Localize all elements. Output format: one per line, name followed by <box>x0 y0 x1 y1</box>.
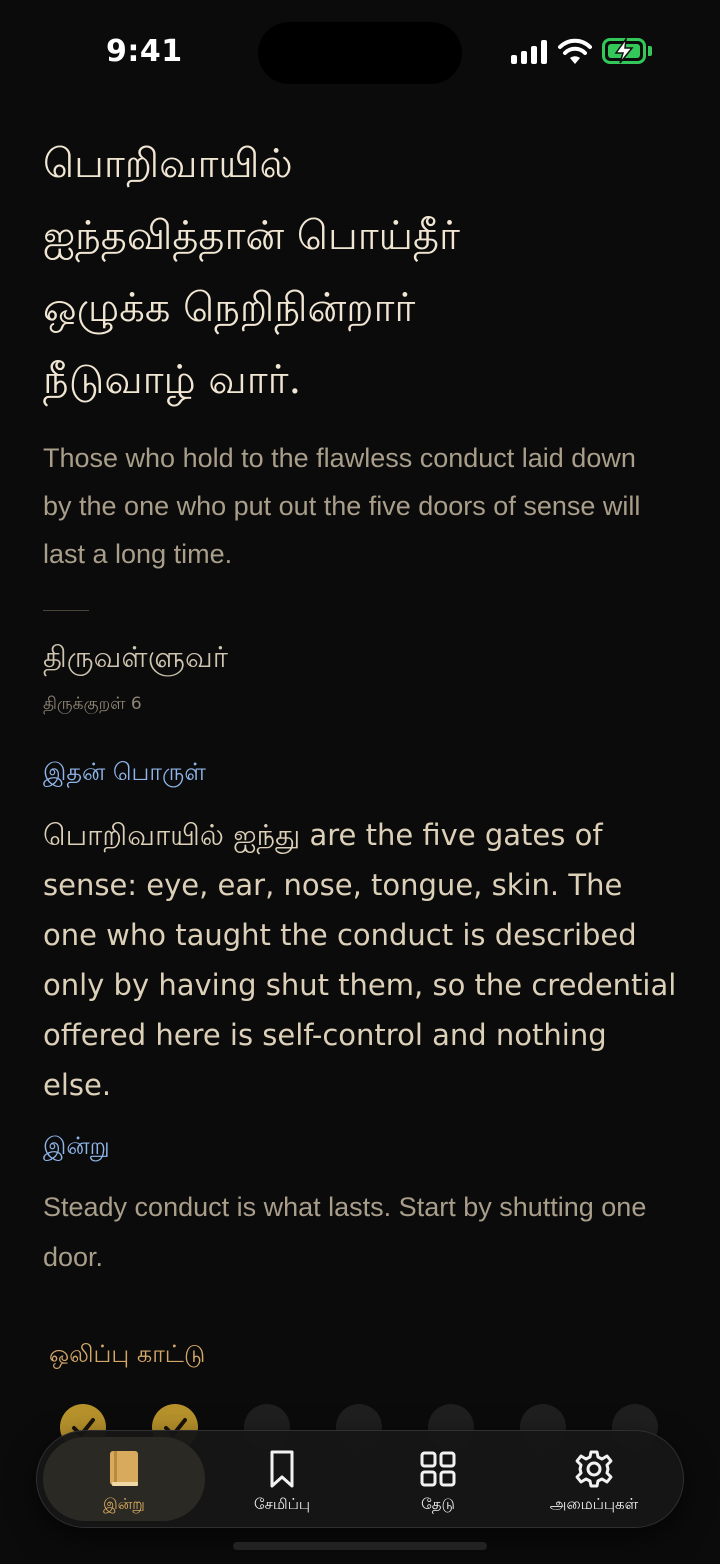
kural-number: திருக்குறள் 6 <box>43 694 142 714</box>
tab-label: தேடு <box>421 1495 455 1513</box>
today-text: Steady conduct is what lasts. Start by s… <box>43 1192 647 1272</box>
meaning-label: இதன் பொருள் <box>43 758 206 786</box>
verse-line: ஒழுக்க நெறிநின்றார் <box>43 285 416 331</box>
tab-search[interactable]: தேடு <box>357 1437 519 1521</box>
charging-bolt-icon <box>614 36 634 64</box>
tab-label: அமைப்புகள் <box>549 1495 639 1513</box>
dynamic-island <box>258 22 462 84</box>
book-icon <box>110 1451 138 1486</box>
tab-label: சேமிப்பு <box>253 1495 311 1513</box>
kural-content: பொறிவாயில் ஐந்தவித்தான் பொய்தீர் ஒழுக்க … <box>43 128 679 1368</box>
verse-line: ஐந்தவித்தான் பொய்தீர் <box>43 213 460 259</box>
status-bar: 9:41 <box>0 0 720 104</box>
today-label: இன்று <box>43 1132 110 1160</box>
tab-settings[interactable]: அமைப்புகள் <box>513 1437 675 1521</box>
status-time: 9:41 <box>106 34 183 69</box>
wifi-icon <box>558 38 592 64</box>
battery-cap <box>648 46 652 56</box>
tab-saved[interactable]: சேமிப்பு <box>201 1437 363 1521</box>
tab-today[interactable]: இன்று <box>43 1437 205 1521</box>
tab-label: இன்று <box>103 1495 145 1513</box>
verse-line: நீடுவாழ் வார். <box>43 357 302 403</box>
tab-bar: இன்று சேமிப்பு தேடு அமைப்புகள் <box>36 1430 684 1528</box>
cellular-signal-icon <box>511 40 549 64</box>
kural-verse: பொறிவாயில் ஐந்தவித்தான் பொய்தீர் ஒழுக்க … <box>43 128 679 416</box>
verse-line: பொறிவாயில் <box>43 141 293 187</box>
author-name: திருவள்ளுவர் <box>43 640 228 674</box>
gear-icon <box>575 1450 613 1488</box>
bookmark-icon <box>270 1450 294 1488</box>
meaning-text: பொறிவாயில் ஐந்து are the five gates of s… <box>43 818 677 1102</box>
streak-label[interactable]: ஒலிப்பு காட்டு <box>49 1340 205 1371</box>
verse-translation: Those who hold to the flawless conduct l… <box>43 443 641 569</box>
divider <box>43 610 89 611</box>
home-indicator <box>233 1542 487 1550</box>
grid-icon <box>420 1451 456 1487</box>
